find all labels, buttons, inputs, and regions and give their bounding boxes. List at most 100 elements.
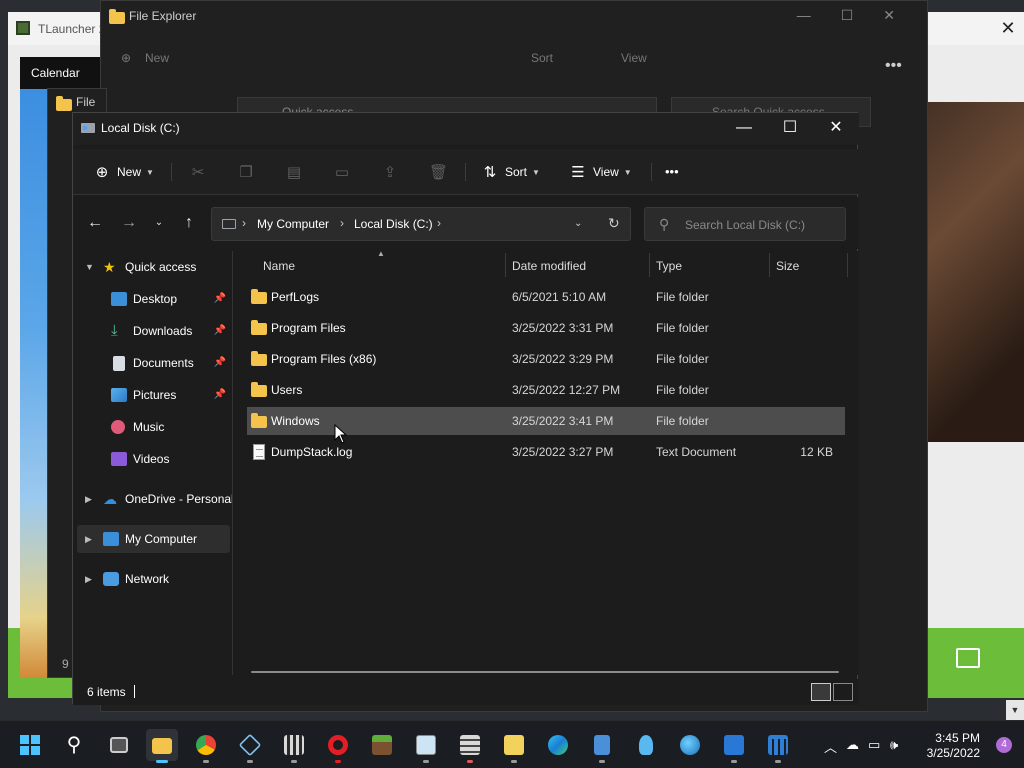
column-header-size[interactable]: Size: [776, 259, 799, 273]
volume-icon[interactable]: 🕪: [890, 737, 898, 753]
copy-button[interactable]: ❐: [237, 158, 261, 186]
details-view-icon[interactable]: [811, 683, 831, 701]
start-button[interactable]: [14, 729, 46, 761]
file-row[interactable]: Program Files 3/25/2022 3:31 PM File fol…: [247, 314, 845, 342]
view-button[interactable]: ☰ View ▼: [569, 158, 631, 186]
cut-button[interactable]: ✂: [189, 158, 213, 186]
taskbar-tips[interactable]: [630, 729, 662, 761]
file-row[interactable]: Users 3/25/2022 12:27 PM File folder: [247, 376, 845, 404]
sidebar-item-downloads[interactable]: ⤓ Downloads 📌: [77, 317, 230, 345]
column-divider[interactable]: [847, 253, 848, 277]
up-arrow-icon[interactable]: ↑: [177, 211, 201, 235]
close-button[interactable]: ✕: [813, 113, 859, 145]
sidebar-item-onedrive[interactable]: ▶ ☁ OneDrive - Personal: [77, 485, 234, 513]
horizontal-scrollbar[interactable]: [251, 671, 839, 673]
clock-time[interactable]: 3:45 PM: [935, 731, 980, 745]
sidebar-item-quick-access[interactable]: ▼ ★ Quick access: [77, 253, 230, 281]
taskbar-minecraft[interactable]: [366, 729, 398, 761]
new-button[interactable]: ⊕ New ▼: [93, 158, 154, 186]
column-header-date[interactable]: Date modified: [512, 259, 586, 273]
chevron-down-icon: ▼: [146, 167, 154, 177]
taskbar-notes-app[interactable]: [498, 729, 530, 763]
column-divider[interactable]: [649, 253, 650, 277]
taskbar-chrome[interactable]: [190, 729, 222, 763]
plus-circle-icon: ⊕: [95, 163, 109, 181]
expanded-chevron-icon: ▼: [85, 262, 94, 272]
sidebar-item-documents[interactable]: Documents 📌: [77, 349, 230, 377]
taskbar-calculator[interactable]: [586, 729, 618, 763]
sidebar-item-desktop[interactable]: Desktop 📌: [77, 285, 230, 313]
sidebar-label-videos: Videos: [133, 452, 170, 466]
column-header-type[interactable]: Type: [656, 259, 682, 273]
background-new-button[interactable]: New: [145, 51, 169, 65]
taskbar-opera[interactable]: [322, 729, 354, 763]
status-bar: 6 items: [73, 679, 859, 705]
delete-button[interactable]: 🗑: [429, 158, 453, 186]
recent-locations-chevron-icon[interactable]: ⌄: [147, 211, 171, 235]
pin-icon[interactable]: 📌: [214, 349, 226, 377]
column-header-name[interactable]: Name: [263, 259, 295, 273]
task-view-button[interactable]: [104, 729, 136, 761]
taskbar-equalizer-app[interactable]: [278, 729, 310, 763]
background-explorer-window-controls[interactable]: —☐✕: [797, 7, 925, 24]
tlauncher-close-button[interactable]: ✕: [998, 18, 1018, 38]
sidebar-item-my-computer[interactable]: ▶ My Computer: [77, 525, 230, 553]
sidebar-label-network: Network: [125, 572, 170, 586]
pin-icon[interactable]: 📌: [214, 381, 226, 409]
folder-icon: [251, 289, 267, 304]
maximize-button[interactable]: ☐: [767, 113, 813, 145]
sidebar-item-music[interactable]: Music: [77, 413, 230, 441]
show-hidden-icons-chevron-icon[interactable]: ︿: [824, 737, 837, 756]
share-button[interactable]: ⇪: [381, 158, 405, 186]
taskbar-edge[interactable]: [542, 729, 574, 761]
file-row[interactable]: Program Files (x86) 3/25/2022 3:29 PM Fi…: [247, 345, 845, 373]
chevron-down-icon: ▼: [532, 167, 540, 177]
sidebar-label-quick-access: Quick access: [125, 260, 197, 274]
background-sort-button[interactable]: Sort: [531, 51, 553, 65]
back-arrow-icon[interactable]: ←: [83, 211, 107, 235]
pane-divider[interactable]: [232, 251, 233, 675]
taskbar-monitor-app[interactable]: [410, 729, 442, 763]
breadcrumb-local-disk[interactable]: Local Disk (C:): [354, 217, 433, 231]
rename-button[interactable]: ▭: [333, 158, 357, 186]
toolbar-divider: [171, 163, 172, 181]
search-button[interactable]: ⚲: [58, 729, 90, 761]
taskbar-media-app[interactable]: [718, 729, 750, 763]
column-divider[interactable]: [505, 253, 506, 277]
tlauncher-folder-icon[interactable]: [956, 648, 980, 668]
pin-icon[interactable]: 📌: [214, 285, 226, 313]
cube-icon: [238, 733, 262, 757]
breadcrumb-my-computer[interactable]: My Computer: [257, 217, 329, 231]
sidebar-label-documents: Documents: [133, 356, 194, 370]
sort-button[interactable]: ⇅ Sort ▼: [481, 158, 540, 186]
file-type: File folder: [656, 414, 709, 428]
notification-badge[interactable]: 4: [996, 737, 1012, 753]
sidebar-item-network[interactable]: ▶ Network: [77, 565, 230, 593]
sidebar-item-videos[interactable]: Videos: [77, 445, 230, 473]
network-icon[interactable]: ▭: [868, 737, 880, 753]
clock-date[interactable]: 3/25/2022: [927, 746, 980, 760]
pin-icon[interactable]: 📌: [214, 317, 226, 345]
address-bar[interactable]: › My Computer › Local Disk (C:) › ⌄ ↻: [211, 207, 631, 241]
background-view-button[interactable]: View: [621, 51, 647, 65]
address-history-chevron-icon[interactable]: ⌄: [574, 218, 582, 229]
tiles-view-icon[interactable]: [833, 683, 853, 701]
taskbar-globe-app[interactable]: [674, 729, 706, 761]
sidebar-item-pictures[interactable]: Pictures 📌: [77, 381, 230, 409]
file-row[interactable]: PerfLogs 6/5/2021 5:10 AM File folder: [247, 283, 845, 311]
refresh-icon[interactable]: ↻: [608, 215, 620, 232]
taskbar-calendar[interactable]: [762, 729, 794, 763]
paste-button[interactable]: ▤: [285, 158, 309, 186]
onedrive-cloud-icon[interactable]: ☁: [846, 737, 859, 753]
minimize-button[interactable]: —: [721, 113, 767, 145]
more-options-button[interactable]: •••: [665, 158, 679, 186]
forward-arrow-icon[interactable]: →: [117, 211, 141, 235]
background-more-icon[interactable]: •••: [885, 57, 902, 75]
taskbar-3d-app[interactable]: [234, 729, 266, 763]
search-input[interactable]: ⚲ Search Local Disk (C:): [644, 207, 846, 241]
column-divider[interactable]: [769, 253, 770, 277]
taskbar-server-app[interactable]: [454, 729, 486, 763]
scroll-down-button[interactable]: ▼: [1006, 700, 1024, 720]
drive-icon: [81, 123, 95, 133]
taskbar-file-explorer[interactable]: [146, 729, 178, 763]
